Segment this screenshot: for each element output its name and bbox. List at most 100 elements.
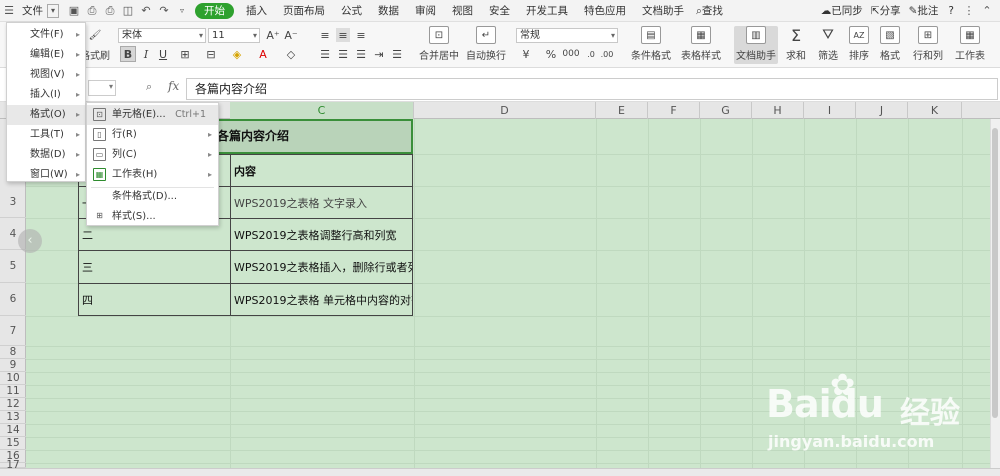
font-color-icon[interactable]: A: [254, 46, 272, 62]
row-header-15[interactable]: 15: [0, 437, 26, 450]
menu-item-data[interactable]: 数据(D) ▸: [7, 145, 85, 165]
align-bottom-icon[interactable]: ≡: [354, 28, 368, 42]
menu-item-insert[interactable]: 插入(I) ▸: [7, 85, 85, 105]
decrease-font-icon[interactable]: A⁻: [284, 28, 298, 43]
chevron-down-icon[interactable]: ▾: [47, 3, 59, 18]
row-header-13[interactable]: 13: [0, 411, 26, 424]
submenu-item-row[interactable]: ▯ 行(R) ▸: [87, 125, 218, 145]
help-button[interactable]: ?: [942, 0, 960, 22]
row-header-10[interactable]: 10: [0, 372, 26, 385]
tab-special-apps[interactable]: 特色应用: [576, 0, 634, 22]
filter-button[interactable]: ⛛ 筛选: [814, 26, 842, 64]
export-icon[interactable]: ⎙: [83, 0, 101, 22]
column-header-c[interactable]: C: [230, 102, 414, 119]
menu-item-window[interactable]: 窗口(W) ▸: [7, 165, 85, 185]
number-format-select[interactable]: 常规 ▾: [516, 28, 618, 43]
submenu-item-column[interactable]: ▭ 列(C) ▸: [87, 145, 218, 165]
align-middle-icon[interactable]: ≡: [336, 28, 350, 42]
increase-font-icon[interactable]: A⁺: [266, 28, 280, 43]
sum-button[interactable]: Σ 求和: [782, 26, 810, 64]
menu-item-edit[interactable]: 编辑(E) ▸: [7, 45, 85, 65]
row-header-3[interactable]: 3: [0, 186, 26, 218]
decrease-decimal-icon[interactable]: .00: [600, 47, 614, 61]
zoom-icon[interactable]: ⌕: [146, 80, 152, 94]
comment-button[interactable]: ✎批注: [905, 0, 943, 22]
wrap-text-button[interactable]: ↵ 自动换行: [466, 26, 506, 64]
menu-item-format[interactable]: 格式(O) ▸: [7, 105, 85, 125]
submenu-item-style[interactable]: ⊞ 样式(S)...: [87, 207, 218, 227]
tab-security[interactable]: 安全: [481, 0, 518, 22]
menu-item-view[interactable]: 视图(V) ▸: [7, 65, 85, 85]
column-header-h[interactable]: H: [752, 102, 804, 119]
clear-format-icon[interactable]: ◇: [282, 46, 300, 62]
row-header-5[interactable]: 5: [0, 250, 26, 283]
row-header-11[interactable]: 11: [0, 385, 26, 398]
table-row-2-content[interactable]: WPS2019之表格调整行高和列宽: [230, 218, 413, 251]
doc-helper-button[interactable]: ▥ 文档助手: [734, 26, 778, 64]
percent-icon[interactable]: %: [544, 47, 558, 61]
sort-button[interactable]: AZ 排序: [846, 26, 872, 64]
align-left-icon[interactable]: ☰: [318, 47, 332, 61]
hamburger-icon[interactable]: ☰: [0, 0, 18, 22]
table-style-button[interactable]: ▦ 表格样式: [678, 26, 724, 64]
column-header-j[interactable]: J: [856, 102, 908, 119]
tab-review[interactable]: 审阅: [407, 0, 444, 22]
submenu-item-cell[interactable]: ⊡ 单元格(E)... Ctrl+1: [87, 105, 218, 125]
row-header-14[interactable]: 14: [0, 424, 26, 437]
tab-formula[interactable]: 公式: [333, 0, 370, 22]
increase-decimal-icon[interactable]: .0: [584, 47, 598, 61]
indent-icon[interactable]: ⇥: [372, 47, 386, 61]
align-center-icon[interactable]: ☰: [336, 47, 350, 61]
sync-status[interactable]: ☁已同步: [817, 0, 867, 22]
row-col-button[interactable]: ⊞ 行和列: [910, 26, 946, 64]
redo-icon[interactable]: ↷: [155, 0, 173, 22]
tab-data[interactable]: 数据: [370, 0, 407, 22]
row-header-12[interactable]: 12: [0, 398, 26, 411]
scrollbar-thumb[interactable]: [992, 128, 998, 418]
customize-icon[interactable]: ▿: [173, 0, 191, 22]
table-row-3-number[interactable]: 三: [78, 250, 231, 284]
formula-input[interactable]: 各篇内容介绍: [186, 78, 998, 100]
menu-item-tools[interactable]: 工具(T) ▸: [7, 125, 85, 145]
more-icon[interactable]: ⋮: [960, 0, 978, 22]
format-button[interactable]: ▧ 格式: [876, 26, 904, 64]
submenu-item-sheet[interactable]: ▦ 工作表(H) ▸: [87, 165, 218, 185]
table-row-4-content[interactable]: WPS2019之表格 单元格中内容的对齐: [230, 283, 413, 316]
tab-doc-helper[interactable]: 文档助手: [634, 0, 692, 22]
table-row-1-content[interactable]: WPS2019之表格 文字录入: [230, 186, 413, 219]
underline-icon[interactable]: U: [156, 46, 170, 62]
column-header-f[interactable]: F: [648, 102, 700, 119]
row-header-6[interactable]: 6: [0, 283, 26, 316]
column-header-d[interactable]: D: [414, 102, 596, 119]
font-size-select[interactable]: 11 ▾: [208, 28, 260, 43]
conditional-format-button[interactable]: ▤ 条件格式: [628, 26, 674, 64]
column-header-g[interactable]: G: [700, 102, 752, 119]
column-header-e[interactable]: E: [596, 102, 648, 119]
save-icon[interactable]: ▣: [65, 0, 83, 22]
row-header-8[interactable]: 8: [0, 346, 26, 359]
fill-color-icon[interactable]: ◈: [228, 46, 246, 62]
row-header-7[interactable]: 7: [0, 316, 26, 346]
currency-icon[interactable]: ¥: [518, 47, 534, 61]
collapse-ribbon-icon[interactable]: ⌃: [978, 0, 996, 22]
column-header-i[interactable]: I: [804, 102, 856, 119]
row-header-9[interactable]: 9: [0, 359, 26, 372]
submenu-item-conditional-format[interactable]: 条件格式(D)...: [87, 187, 218, 207]
back-arrow-icon[interactable]: ‹: [18, 229, 42, 253]
print-icon[interactable]: ⎙: [101, 0, 119, 22]
align-right-icon[interactable]: ☰: [354, 47, 368, 61]
file-menu-button[interactable]: 文件: [18, 0, 47, 22]
preview-icon[interactable]: ◫: [119, 0, 137, 22]
menu-item-file[interactable]: 文件(F) ▸: [7, 25, 85, 45]
undo-icon[interactable]: ↶: [137, 0, 155, 22]
share-button[interactable]: ⇱分享: [867, 0, 905, 22]
justify-icon[interactable]: ☰: [390, 47, 404, 61]
tab-insert[interactable]: 插入: [238, 0, 275, 22]
sheet-button[interactable]: ▦ 工作表: [952, 26, 988, 64]
table-row-4-number[interactable]: 四: [78, 283, 231, 316]
name-box[interactable]: ▾: [88, 80, 116, 96]
italic-button[interactable]: I: [139, 46, 153, 62]
cell-style-icon[interactable]: ⊟: [202, 46, 220, 62]
column-header-k[interactable]: K: [908, 102, 962, 119]
bold-button[interactable]: B: [120, 46, 136, 62]
